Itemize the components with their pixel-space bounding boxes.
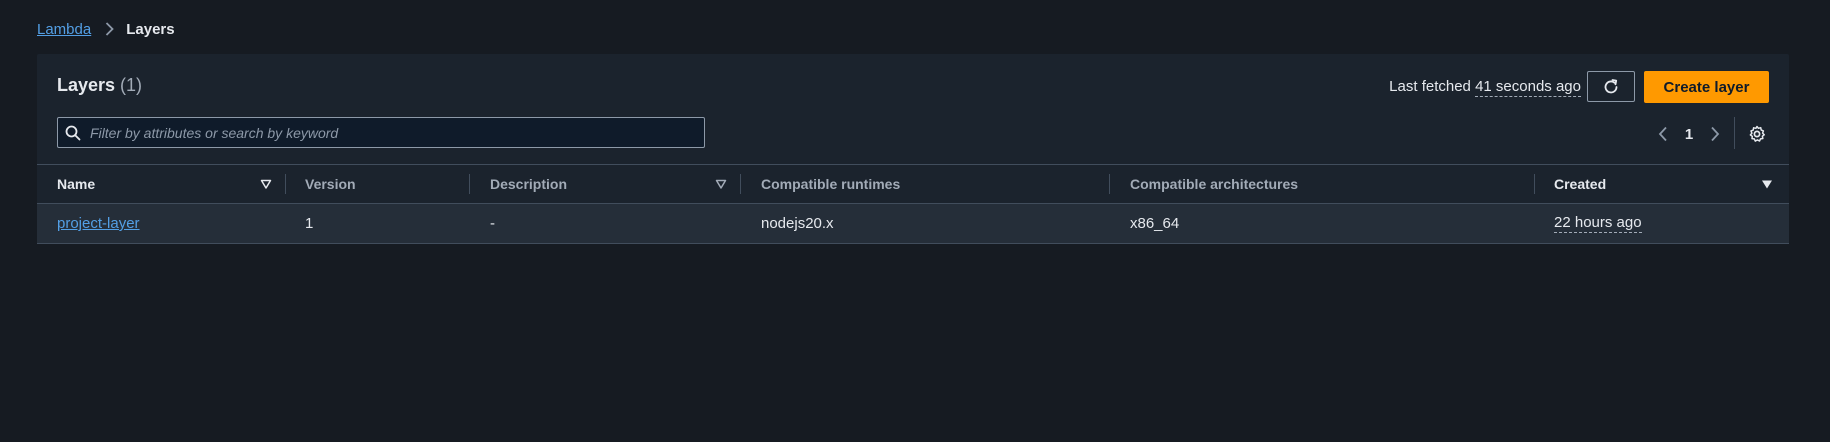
search-icon — [58, 125, 88, 141]
chevron-right-icon — [105, 22, 114, 36]
refresh-icon — [1602, 78, 1620, 96]
column-resizer[interactable] — [1109, 174, 1110, 194]
cell-architectures: x86_64 — [1130, 215, 1180, 232]
cell-runtimes: nodejs20.x — [761, 215, 834, 232]
pagination: 1 — [1649, 124, 1729, 144]
column-header-version[interactable]: Version — [305, 165, 356, 203]
last-fetched-label: Last fetched — [1389, 78, 1471, 95]
column-header-created[interactable]: Created — [1554, 165, 1606, 203]
column-header-runtimes[interactable]: Compatible runtimes — [761, 165, 900, 203]
column-header-architectures[interactable]: Compatible architectures — [1130, 165, 1298, 203]
sort-description-icon[interactable] — [715, 178, 727, 190]
sort-descending-icon[interactable] — [1761, 178, 1773, 190]
layers-table: Name Version Description Compatible runt… — [37, 164, 1789, 244]
cell-version: 1 — [305, 215, 314, 232]
last-fetched: Last fetched 41 seconds ago — [1389, 78, 1581, 97]
cell-name: project-layer — [57, 204, 140, 243]
panel-title-text: Layers — [57, 75, 116, 95]
breadcrumb-current: Layers — [126, 20, 175, 38]
pager-divider — [1734, 117, 1735, 149]
previous-page-button[interactable] — [1649, 126, 1677, 142]
column-resizer[interactable] — [1534, 174, 1535, 194]
page-title: Layers (1) — [57, 75, 142, 96]
sort-name-icon[interactable] — [260, 178, 272, 190]
cell-created: 22 hours ago — [1554, 204, 1642, 243]
refresh-button[interactable] — [1587, 71, 1635, 102]
gear-icon — [1749, 125, 1765, 142]
search-field[interactable] — [57, 117, 705, 148]
breadcrumb-lambda-link[interactable]: Lambda — [37, 21, 91, 38]
column-header-name[interactable]: Name — [57, 165, 95, 203]
chevron-right-icon — [1711, 126, 1720, 142]
table-preferences-button[interactable] — [1746, 123, 1768, 145]
create-layer-button[interactable]: Create layer — [1644, 71, 1769, 103]
column-resizer[interactable] — [740, 174, 741, 194]
table-row: project-layer 1 - nodejs20.x x86_64 22 h… — [37, 204, 1789, 244]
column-resizer[interactable] — [469, 174, 470, 194]
layer-count: (1) — [120, 75, 143, 95]
column-header-description[interactable]: Description — [490, 165, 567, 203]
table-header: Name Version Description Compatible runt… — [37, 164, 1789, 204]
cell-description: - — [490, 215, 495, 232]
breadcrumb: Lambda Layers — [37, 19, 175, 39]
column-resizer[interactable] — [285, 174, 286, 194]
current-page-number[interactable]: 1 — [1677, 126, 1701, 143]
chevron-left-icon — [1658, 126, 1667, 142]
created-time[interactable]: 22 hours ago — [1554, 214, 1642, 233]
layer-name-link[interactable]: project-layer — [57, 215, 140, 232]
next-page-button[interactable] — [1701, 126, 1729, 142]
last-fetched-time[interactable]: 41 seconds ago — [1475, 78, 1581, 97]
layers-panel: Layers (1) Last fetched 41 seconds ago Cr… — [37, 54, 1789, 244]
search-input[interactable] — [88, 123, 704, 142]
